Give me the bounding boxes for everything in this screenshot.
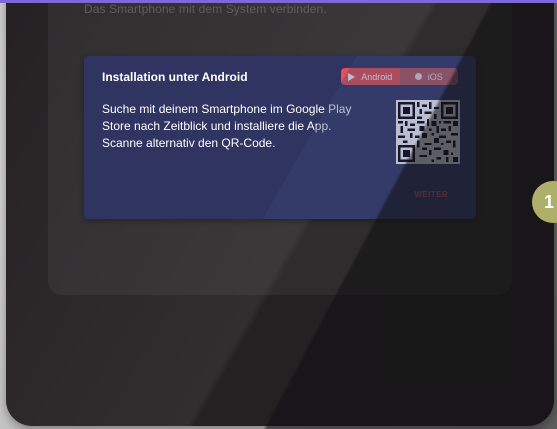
play-icon [348,72,356,81]
toggle-android-label: Android [361,71,393,82]
toggle-android[interactable]: Android [341,68,400,85]
toggle-ios-label: iOS [427,71,443,82]
qr-code-icon [396,100,460,164]
panel-body-text: Suche mit deinem Smartphone im Google Pl… [102,102,352,150]
panel-title: Installation unter Android [102,70,248,84]
top-accent-line [0,0,557,3]
dot-icon [414,73,422,80]
stage: Das Smartphone mit dem System verbinden.… [0,0,557,429]
toggle-ios[interactable]: iOS [399,68,458,85]
background-hint-text: Das Smartphone mit dem System verbinden. [84,2,327,16]
install-panel: Installation unter Android Android iOS S… [84,56,476,219]
platform-toggle: Android iOS [341,68,458,85]
next-button[interactable]: WEITER [414,190,448,199]
